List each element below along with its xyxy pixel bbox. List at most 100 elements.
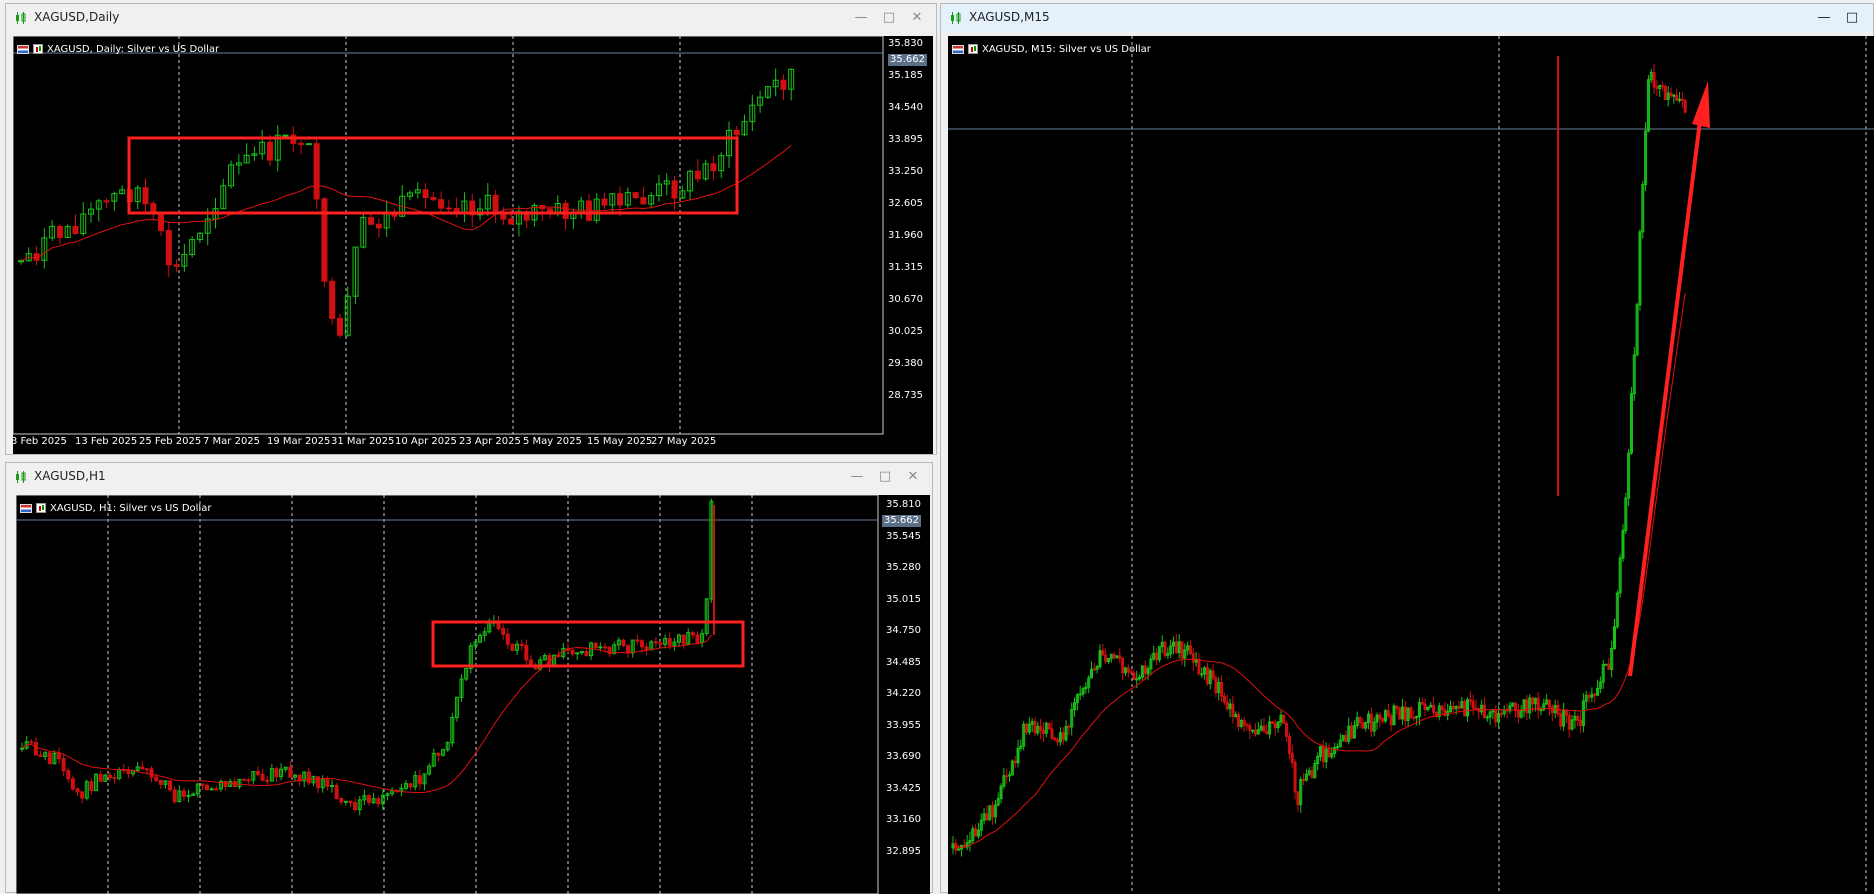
candle-body (1669, 92, 1673, 97)
y-tick-label: 32.895 (886, 845, 921, 857)
candle-body (1222, 695, 1226, 703)
daily-plot (13, 36, 884, 435)
chart-daily[interactable]: XAGUSD, Daily: Silver vs US Dollar 35.83… (13, 36, 933, 454)
candle-body (1468, 699, 1472, 702)
moving-average-line (952, 293, 1686, 849)
candle-body (635, 639, 640, 642)
candle-body (1050, 728, 1054, 739)
candle-body (367, 795, 371, 804)
candle-body (368, 217, 375, 225)
candle-body (1265, 730, 1269, 735)
candle-body (1539, 709, 1543, 712)
window-daily[interactable]: XAGUSD,Daily — □ ✕ XAGUSD, Daily: Silver… (5, 3, 937, 455)
candle-body (991, 805, 995, 818)
candle-body (445, 207, 452, 210)
titlebar-m15[interactable]: XAGUSD,M15 — □ (941, 4, 1873, 32)
candle-body (626, 645, 631, 654)
y-tick-label: 33.160 (886, 814, 921, 825)
h1-plot (16, 495, 879, 894)
y-tick-label: 35.545 (886, 530, 921, 542)
candle-body (376, 798, 381, 805)
candle-body (408, 783, 413, 788)
maximize-icon[interactable]: □ (878, 7, 900, 29)
y-tick-label: 33.895 (888, 134, 923, 145)
moving-average-line (21, 634, 712, 793)
chart-h1[interactable]: XAGUSD, H1: Silver vs US Dollar 35.810 35… (16, 495, 930, 894)
candle-body (186, 794, 191, 797)
candle-body (1296, 791, 1300, 806)
candle-body (334, 785, 339, 800)
candle-body (1531, 697, 1535, 705)
minimize-icon[interactable]: — (1813, 7, 1835, 29)
candle-body (505, 633, 510, 645)
candle-body (57, 752, 62, 760)
candle-body (1242, 719, 1246, 726)
candle-body (343, 800, 348, 803)
candle-body (325, 779, 330, 787)
titlebar-daily[interactable]: XAGUSD,Daily — □ ✕ (6, 4, 936, 32)
maximize-icon[interactable]: □ (1841, 7, 1863, 29)
candle-body (112, 777, 117, 780)
candle-body (1025, 723, 1028, 733)
candle-body (1163, 641, 1167, 656)
candle-body (1494, 710, 1498, 723)
candle-body (1564, 709, 1568, 716)
candle-body (1067, 725, 1071, 728)
chart-m15[interactable]: XAGUSD, M15: Silver vs US Dollar (948, 36, 1874, 894)
candle-body (1579, 719, 1583, 726)
candle-body (1327, 748, 1331, 758)
candle-body (1039, 725, 1043, 731)
m15-plot (948, 36, 1874, 894)
y-tick-label: 31.960 (888, 230, 923, 241)
candle-body (681, 634, 686, 645)
candle-body (1033, 721, 1037, 734)
close-icon[interactable]: ✕ (902, 466, 924, 488)
candle-body (1335, 746, 1339, 749)
minimize-icon[interactable]: — (846, 466, 868, 488)
candle-body (1092, 668, 1096, 671)
candle-body (1248, 725, 1252, 731)
candle-body (639, 640, 644, 648)
candle-body (1567, 714, 1571, 730)
candle-body (1282, 714, 1286, 724)
candle-body (1287, 735, 1291, 754)
candle-body (1474, 707, 1478, 710)
candle-body (89, 781, 94, 791)
candle-body (1245, 724, 1249, 727)
candle-body (140, 766, 145, 770)
candle-body (1432, 704, 1436, 713)
y-tick-label: 28.735 (888, 390, 923, 401)
candle-body (288, 766, 293, 778)
candle-body (75, 788, 80, 793)
window-title: XAGUSD,H1 (34, 469, 106, 483)
y-tick-label: 31.315 (888, 262, 923, 273)
candle-body (1378, 714, 1382, 720)
candle-body (181, 790, 186, 797)
close-icon[interactable]: ✕ (906, 7, 928, 29)
window-m15[interactable]: XAGUSD,M15 — □ XAGUSD, M15: Silver vs US… (940, 3, 1874, 894)
candle-body (168, 780, 173, 791)
minimize-icon[interactable]: — (850, 7, 872, 29)
candle-body (1129, 671, 1133, 674)
window-h1[interactable]: XAGUSD,H1 — □ ✕ XAGUSD, H1: Silver vs US… (5, 462, 933, 894)
candle-body (1211, 670, 1215, 679)
maximize-icon[interactable]: □ (874, 466, 896, 488)
candle-body (142, 187, 149, 205)
candle-body (214, 788, 219, 791)
candle-body (694, 170, 701, 180)
titlebar-h1[interactable]: XAGUSD,H1 — □ ✕ (6, 463, 932, 491)
candle-body (1270, 721, 1274, 725)
candle-body (1652, 71, 1656, 88)
candle-body (974, 828, 978, 837)
candle-body (562, 203, 569, 219)
candle-body (1412, 716, 1416, 719)
candle-body (1386, 710, 1390, 717)
current-price-label: 35.662 (888, 54, 927, 66)
candle-body (1121, 657, 1125, 674)
chart-label-text: XAGUSD, M15: Silver vs US Dollar (982, 43, 1151, 55)
candle-body (1251, 729, 1255, 732)
x-tick-label: 10 Apr 2025 (395, 436, 457, 447)
candle-body (1293, 761, 1297, 793)
candle-body (38, 754, 43, 757)
candle-body (508, 218, 515, 225)
